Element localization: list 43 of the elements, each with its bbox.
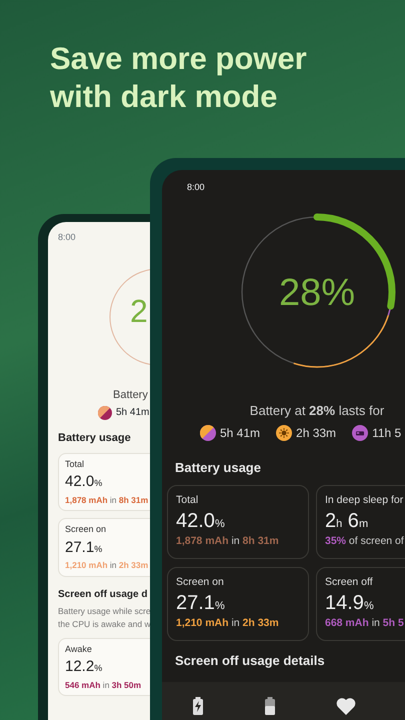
section-title: Battery usage	[58, 431, 132, 446]
chip-text: 5h 41m	[116, 406, 150, 420]
section-title: Battery usage	[174, 459, 262, 477]
battery-summary: Battery at 28% lasts for	[248, 402, 386, 420]
battery-percent: 28%	[278, 270, 356, 316]
heart-icon[interactable]	[336, 696, 356, 715]
card-label: Total	[176, 492, 200, 508]
chip-text: 11h 5	[372, 425, 402, 442]
battery-summary: Battery	[113, 388, 149, 402]
card-label: Awake	[65, 642, 93, 656]
card-detail: 1,878 mAh in 8h 31m	[176, 534, 280, 550]
card-value: 2h 6m	[325, 509, 370, 534]
card-label: Screen on	[65, 523, 108, 536]
card-detail: 546 mAh in 3h 50m	[65, 678, 142, 692]
card-label: In deep sleep for	[325, 492, 404, 508]
headline: Save more power with dark mode	[49, 40, 308, 116]
card-value: 14.9%	[325, 591, 375, 616]
card-detail: 1,210 mAh in 2h 33m	[65, 559, 150, 572]
card-value: 12.2%	[65, 657, 104, 677]
card-label: Screen on	[176, 574, 225, 590]
card-detail: 668 mAh in 5h 5	[325, 616, 405, 632]
section-title: Screen off usage details	[174, 652, 326, 670]
battery-icon[interactable]	[264, 696, 276, 715]
status-time: 8:00	[58, 231, 77, 244]
card-value: 42.0%	[176, 509, 226, 534]
card-value: 42.0%	[65, 472, 104, 492]
battery-percent: 2	[130, 294, 148, 326]
card-detail: 1,878 mAh in 8h 31m	[65, 494, 150, 506]
bed-icon	[352, 425, 368, 441]
card-detail: 35% of screen of	[325, 534, 405, 550]
chip-text: 5h 41m	[220, 425, 260, 442]
description-text: Battery usage while scre	[58, 605, 152, 618]
status-time: 8:00	[186, 181, 206, 194]
card-value: 27.1%	[176, 591, 226, 616]
card-label: Total	[65, 458, 86, 470]
battery-charging-icon[interactable]	[192, 696, 204, 715]
sun-icon	[276, 425, 292, 441]
chip-text: 2h 33m	[296, 425, 336, 442]
usage-icon	[200, 425, 216, 441]
card-value: 27.1%	[65, 538, 104, 558]
card-label: Screen off	[325, 574, 374, 590]
card-detail: 1,210 mAh in 2h 33m	[176, 616, 280, 632]
usage-icon	[98, 406, 112, 420]
